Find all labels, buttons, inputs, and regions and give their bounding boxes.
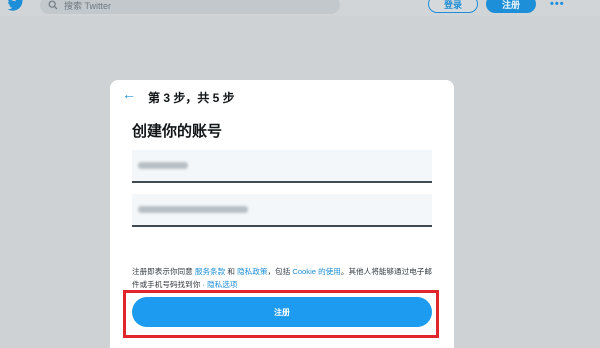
terms-text-1: 注册即表示你同意 [132,267,195,276]
signup-button-top[interactable]: 注册 [486,0,536,13]
name-value-redacted [138,162,188,169]
more-options-icon[interactable]: ••• [550,0,565,10]
search-icon [48,0,58,10]
login-button[interactable]: 登录 [428,0,478,13]
page-title: 创建你的账号 [132,123,223,140]
terms-notice: 注册即表示你同意 服务条款 和 隐私政策，包括 Cookie 的使用。其他人将能… [132,266,438,291]
back-arrow-icon[interactable]: ← [122,86,136,102]
twitter-bird-icon[interactable] [6,0,26,11]
step-indicator: 第 3 步，共 5 步 [148,91,235,105]
email-field[interactable] [132,194,432,227]
search-input[interactable]: 搜索 Twitter [64,0,111,12]
search-bar[interactable]: 搜索 Twitter [40,0,340,14]
top-navigation-bar: 搜索 Twitter 登录 注册 ••• [0,0,600,16]
email-value-redacted [138,206,248,213]
terms-text-2: 和 [225,267,238,276]
privacy-policy-link[interactable]: 隐私政策 [237,267,267,276]
name-field[interactable] [132,150,432,183]
cookie-use-link[interactable]: Cookie 的使用 [292,267,341,276]
terms-text-3: ，包括 [267,267,293,276]
privacy-options-link[interactable]: 隐私选项 [207,280,237,289]
terms-of-service-link[interactable]: 服务条款 [195,267,225,276]
red-highlight-box [123,290,439,338]
signup-dialog: ← 第 3 步，共 5 步 创建你的账号 注册即表示你同意 服务条款 和 隐私政… [110,80,454,348]
